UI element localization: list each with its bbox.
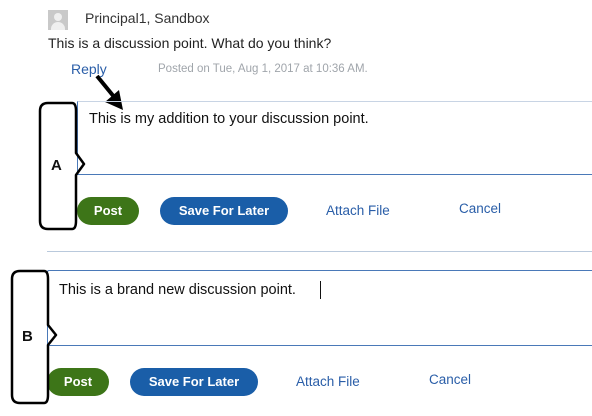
annotation-label-b: B [22, 328, 33, 345]
post-author: Principal1, Sandbox [85, 10, 210, 26]
annotation-bracket-b [10, 269, 58, 405]
save-discussion-for-later-button[interactable]: Save For Later [130, 368, 258, 396]
attach-file-discussion-link[interactable]: Attach File [296, 374, 360, 389]
avatar-head-icon [54, 13, 62, 21]
reply-textarea-value: This is my addition to your discussion p… [89, 111, 369, 127]
annotation-bracket-a [38, 101, 86, 231]
text-cursor [320, 281, 321, 299]
post-text: This is a discussion point. What do you … [48, 35, 332, 51]
annotation-label-a: A [51, 157, 62, 174]
posted-on-timestamp: Posted on Tue, Aug 1, 2017 at 10:36 AM. [158, 63, 368, 75]
attach-file-reply-link[interactable]: Attach File [326, 203, 390, 218]
cancel-discussion-link[interactable]: Cancel [429, 372, 471, 387]
section-divider [47, 251, 592, 252]
cancel-reply-link[interactable]: Cancel [459, 201, 501, 216]
new-discussion-textarea-value: This is a brand new discussion point. [59, 282, 296, 298]
avatar-body-icon [51, 22, 65, 30]
avatar [48, 10, 68, 30]
save-reply-for-later-button[interactable]: Save For Later [160, 197, 288, 225]
